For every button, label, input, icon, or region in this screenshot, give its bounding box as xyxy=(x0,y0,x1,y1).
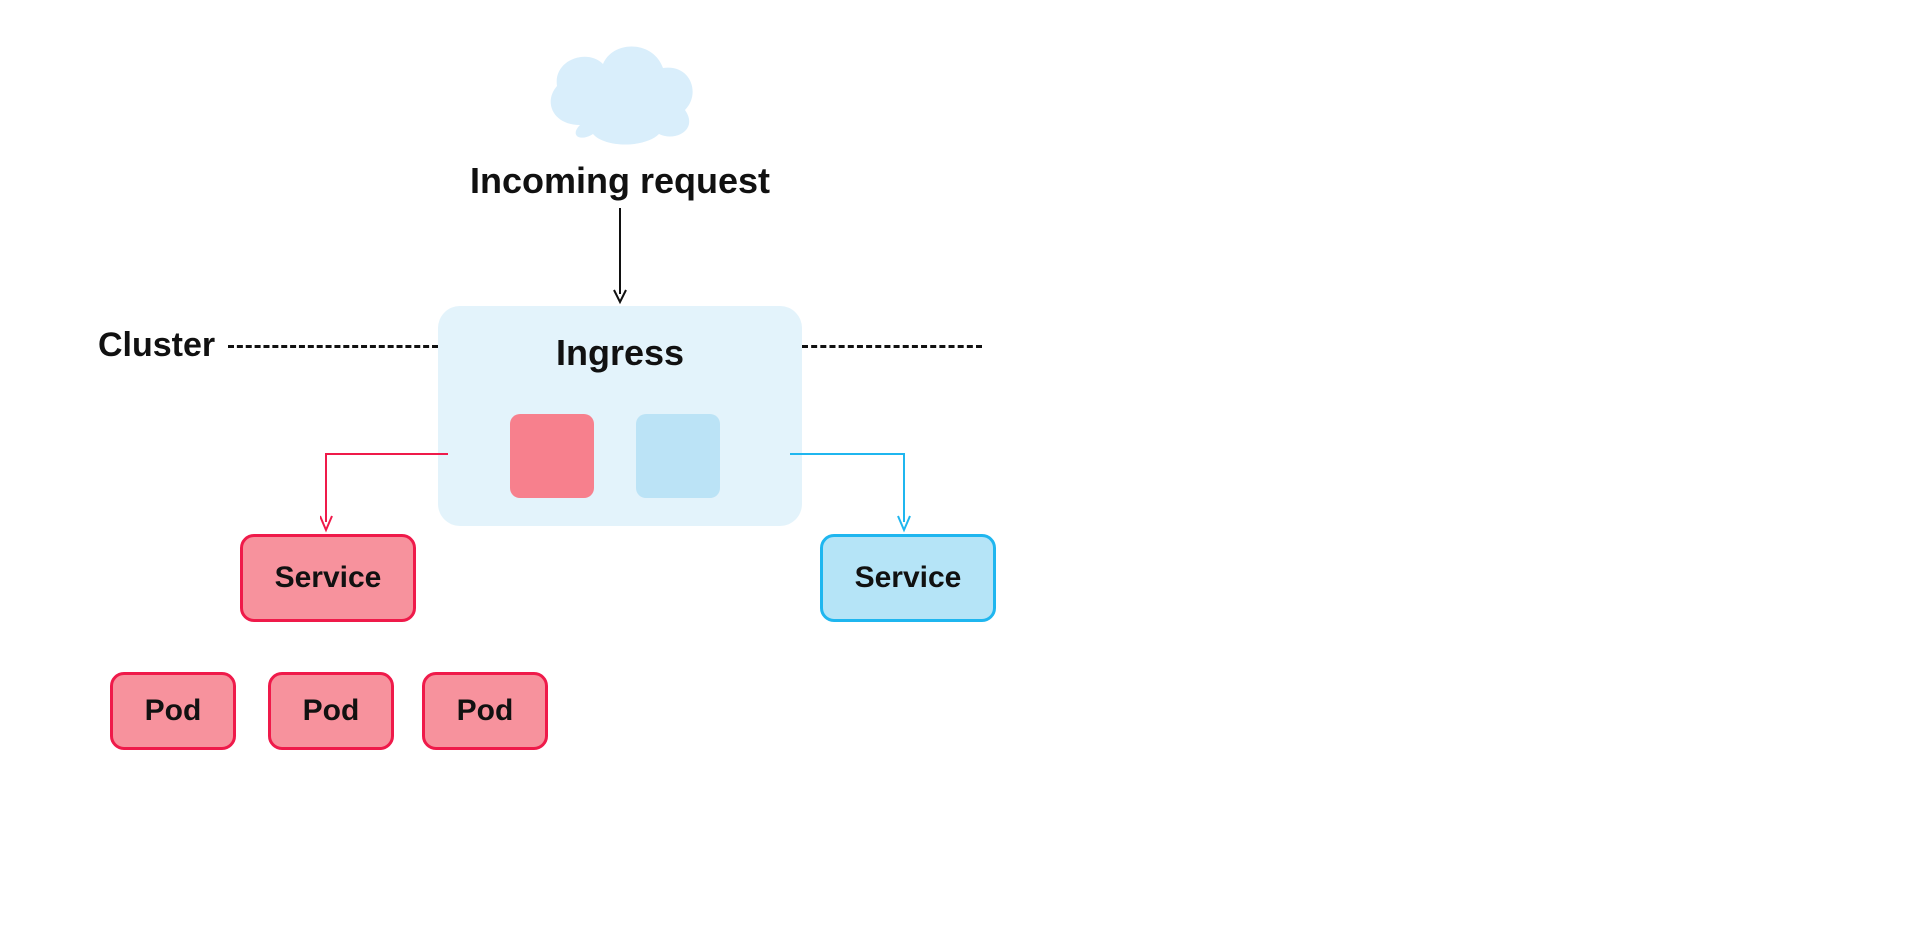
pod-box-2: Pod xyxy=(268,672,394,750)
arrow-to-service-right xyxy=(788,450,918,540)
incoming-request-label: Incoming request xyxy=(470,160,770,202)
cloud-icon xyxy=(535,30,705,150)
cluster-label: Cluster xyxy=(98,326,215,365)
service-left-label: Service xyxy=(275,561,382,595)
service-right-label: Service xyxy=(855,561,962,595)
service-box-left: Service xyxy=(240,534,416,622)
ingress-box: Ingress xyxy=(438,306,802,526)
pod-box-1: Pod xyxy=(110,672,236,750)
service-box-right: Service xyxy=(820,534,996,622)
ingress-chip-blue xyxy=(636,414,720,498)
arrow-incoming xyxy=(612,208,628,308)
ingress-title: Ingress xyxy=(556,332,684,374)
ingress-chip-red xyxy=(510,414,594,498)
pod-3-label: Pod xyxy=(457,694,514,728)
pod-box-3: Pod xyxy=(422,672,548,750)
diagram-stage: Incoming request Cluster Ingress Service… xyxy=(0,0,1920,932)
cluster-divider-left xyxy=(228,345,438,348)
pod-1-label: Pod xyxy=(145,694,202,728)
cluster-divider-right xyxy=(802,345,982,348)
arrow-to-service-left xyxy=(320,450,452,540)
pod-2-label: Pod xyxy=(303,694,360,728)
